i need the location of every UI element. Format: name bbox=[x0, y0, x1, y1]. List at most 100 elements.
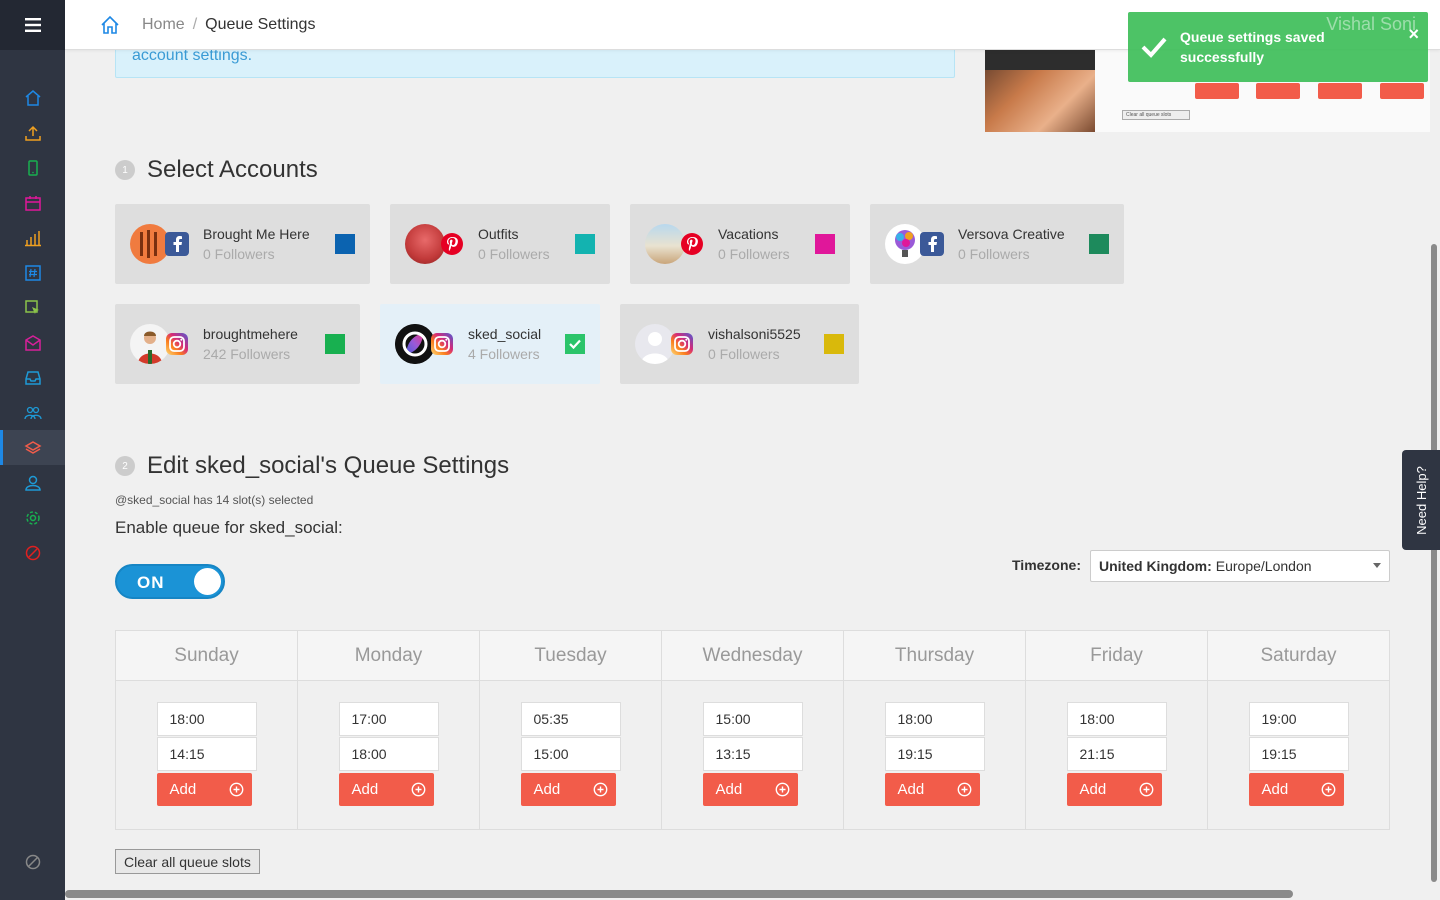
time-slot-input[interactable]: 19:15 bbox=[884, 737, 985, 771]
account-card[interactable]: Brought Me Here 0 Followers bbox=[115, 204, 370, 284]
breadcrumb-home[interactable]: Home bbox=[142, 16, 185, 34]
hamburger-icon bbox=[24, 18, 41, 32]
account-selected-checkbox[interactable] bbox=[565, 334, 585, 354]
success-toast: Queue settings saved successfully Vishal… bbox=[1128, 12, 1428, 82]
time-slot-input[interactable]: 15:00 bbox=[702, 702, 803, 736]
plus-circle-icon bbox=[411, 782, 425, 797]
gear-icon bbox=[25, 510, 40, 525]
account-name: sked_social bbox=[468, 326, 542, 342]
account-name: Versova Creative bbox=[958, 226, 1065, 242]
account-card-selected[interactable]: sked_social 4 Followers bbox=[380, 304, 600, 384]
add-slot-button[interactable]: Add bbox=[520, 773, 616, 806]
timezone-label: Timezone: bbox=[1012, 557, 1081, 573]
header-user-name[interactable]: Vishal Soni bbox=[1326, 14, 1416, 35]
preview-clear-button: Clear all queue slots bbox=[1122, 110, 1190, 120]
add-slot-button[interactable]: Add bbox=[702, 773, 798, 806]
add-label: Add bbox=[1261, 781, 1289, 798]
time-slot-input[interactable]: 14:15 bbox=[156, 737, 257, 771]
account-followers: 0 Followers bbox=[958, 246, 1030, 262]
account-name: broughtmehere bbox=[203, 326, 298, 342]
account-name: Outfits bbox=[478, 226, 519, 242]
add-slot-button[interactable]: Add bbox=[156, 773, 252, 806]
account-name: Vacations bbox=[718, 226, 779, 242]
time-slot-input[interactable]: 15:00 bbox=[520, 737, 621, 771]
sidebar-item-logout[interactable] bbox=[0, 854, 65, 870]
sidebar-item-hashtags[interactable] bbox=[0, 255, 65, 290]
step-number: 1 bbox=[115, 160, 135, 180]
sidebar-item-calendar[interactable] bbox=[0, 185, 65, 220]
menu-toggle[interactable] bbox=[0, 0, 65, 50]
account-card[interactable]: Versova Creative 0 Followers bbox=[870, 204, 1124, 284]
sidebar-nav bbox=[0, 80, 65, 570]
toast-close-button[interactable]: × bbox=[1408, 24, 1419, 45]
day-header: Friday bbox=[1026, 631, 1207, 681]
sidebar-item-mobile[interactable] bbox=[0, 150, 65, 185]
time-slot-input[interactable]: 18:00 bbox=[156, 702, 257, 736]
timezone-select[interactable]: United Kingdom: Europe/London bbox=[1090, 550, 1390, 582]
time-slot-input[interactable]: 18:00 bbox=[884, 702, 985, 736]
account-followers: 4 Followers bbox=[468, 346, 540, 362]
add-slot-button[interactable]: Add bbox=[1066, 773, 1162, 806]
account-avatar bbox=[395, 324, 435, 364]
need-help-tab[interactable]: Need Help? bbox=[1402, 450, 1440, 550]
clear-queue-slots-button[interactable]: Clear all queue slots bbox=[115, 849, 260, 874]
instagram-icon bbox=[165, 332, 189, 356]
sidebar-item-analytics[interactable] bbox=[0, 220, 65, 255]
account-avatar bbox=[645, 224, 685, 264]
sidebar bbox=[0, 0, 65, 900]
time-slot-input[interactable]: 18:00 bbox=[1066, 702, 1167, 736]
account-card[interactable]: broughtmehere 242 Followers bbox=[115, 304, 360, 384]
info-banner: account settings. bbox=[115, 50, 955, 78]
sidebar-item-profile[interactable] bbox=[0, 465, 65, 500]
page-title: Queue Settings bbox=[205, 15, 316, 33]
sidebar-item-inbox[interactable] bbox=[0, 360, 65, 395]
account-card[interactable]: Outfits 0 Followers bbox=[390, 204, 610, 284]
horizontal-scrollbar[interactable] bbox=[65, 890, 1293, 898]
time-slot-input[interactable]: 18:00 bbox=[338, 737, 439, 771]
time-slot-input[interactable]: 19:15 bbox=[1248, 737, 1349, 771]
time-slot-input[interactable]: 13:15 bbox=[702, 737, 803, 771]
add-slot-button[interactable]: Add bbox=[338, 773, 434, 806]
sidebar-item-team[interactable] bbox=[0, 395, 65, 430]
account-followers: 0 Followers bbox=[478, 246, 550, 262]
account-avatar bbox=[130, 224, 170, 264]
vertical-scrollbar[interactable] bbox=[1431, 244, 1437, 882]
plus-circle-icon bbox=[229, 782, 243, 797]
slot-count-note: @sked_social has 14 slot(s) selected bbox=[115, 493, 314, 507]
preview-add-button bbox=[1380, 83, 1424, 99]
sidebar-item-help[interactable] bbox=[0, 535, 65, 570]
sidebar-item-stories[interactable] bbox=[0, 325, 65, 360]
bar-chart-icon bbox=[24, 230, 41, 246]
account-color-swatch bbox=[335, 234, 355, 254]
sidebar-item-linkinbio[interactable] bbox=[0, 290, 65, 325]
instagram-icon bbox=[430, 332, 454, 356]
queue-enable-toggle[interactable]: ON bbox=[115, 564, 225, 599]
check-icon bbox=[1141, 37, 1167, 58]
users-icon bbox=[23, 406, 42, 419]
day-column-sunday: Sunday 18:00 14:15 Add bbox=[116, 631, 298, 829]
sidebar-item-upload[interactable] bbox=[0, 115, 65, 150]
main-content: account settings. Clear all queue slots … bbox=[65, 50, 1440, 900]
account-followers: 0 Followers bbox=[718, 246, 790, 262]
time-slot-input[interactable]: 05:35 bbox=[520, 702, 621, 736]
sidebar-item-settings[interactable] bbox=[0, 500, 65, 535]
account-avatar bbox=[635, 324, 675, 364]
add-label: Add bbox=[1079, 781, 1107, 798]
sidebar-item-dashboard[interactable] bbox=[0, 80, 65, 115]
pinterest-icon bbox=[680, 232, 704, 256]
day-column-friday: Friday 18:00 21:15 Add bbox=[1026, 631, 1208, 829]
time-slot-input[interactable]: 19:00 bbox=[1248, 702, 1349, 736]
account-avatar bbox=[885, 224, 925, 264]
account-color-swatch bbox=[824, 334, 844, 354]
plus-circle-icon bbox=[957, 782, 971, 797]
sidebar-item-queue[interactable] bbox=[0, 430, 65, 465]
day-header: Sunday bbox=[116, 631, 297, 681]
add-slot-button[interactable]: Add bbox=[1248, 773, 1344, 806]
account-card[interactable]: vishalsoni5525 0 Followers bbox=[620, 304, 859, 384]
breadcrumb-home-icon[interactable] bbox=[100, 15, 120, 35]
time-slot-input[interactable]: 21:15 bbox=[1066, 737, 1167, 771]
info-banner-text: account settings. bbox=[132, 50, 253, 64]
account-card[interactable]: Vacations 0 Followers bbox=[630, 204, 850, 284]
time-slot-input[interactable]: 17:00 bbox=[338, 702, 439, 736]
add-slot-button[interactable]: Add bbox=[884, 773, 980, 806]
